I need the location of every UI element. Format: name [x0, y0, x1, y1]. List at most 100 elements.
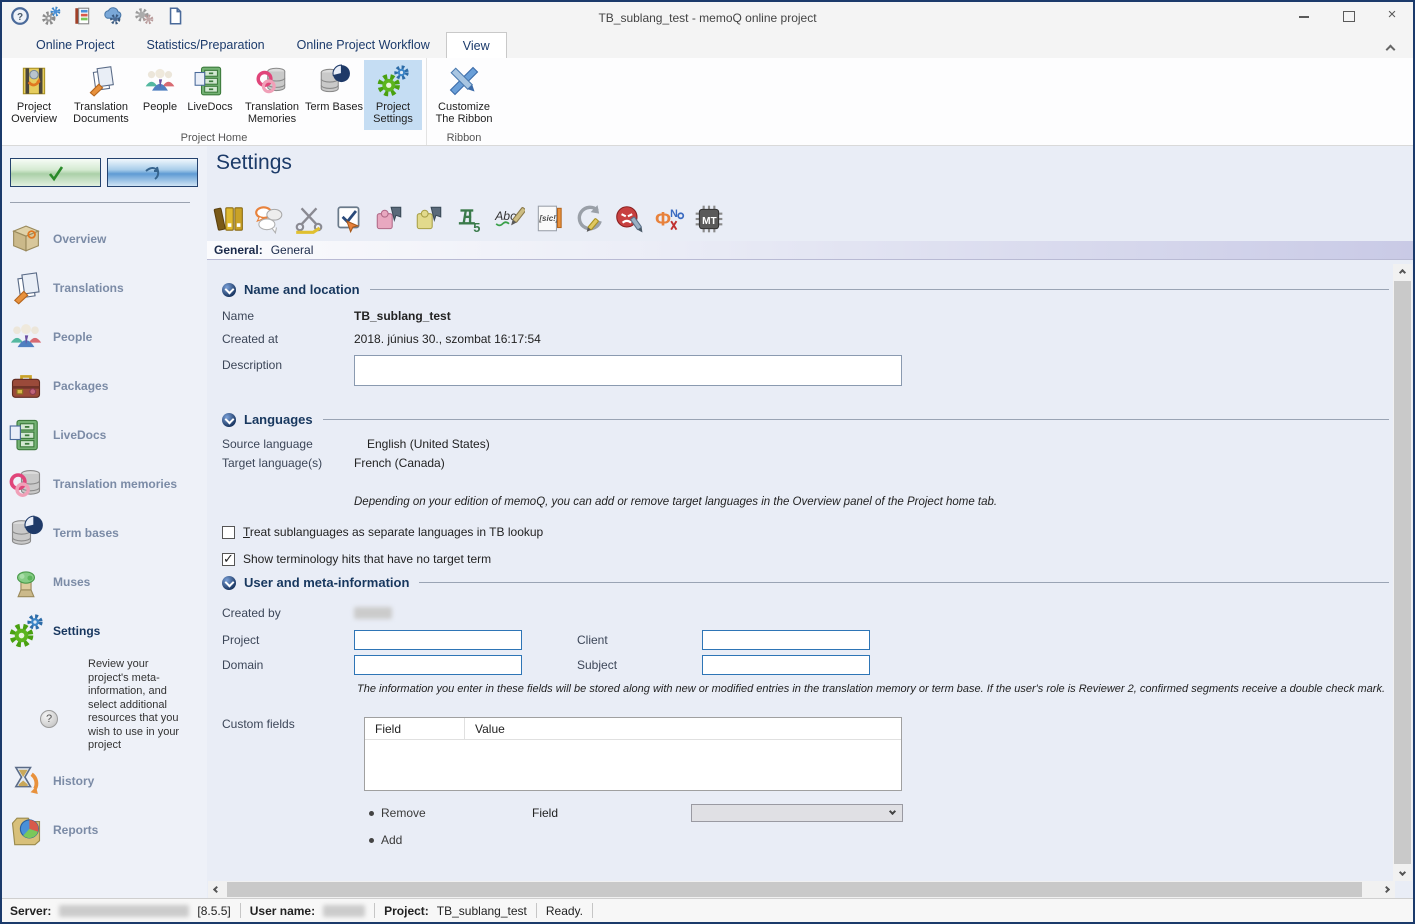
vertical-scroll-thumb[interactable] [1394, 281, 1411, 864]
scroll-down-arrow[interactable] [1393, 864, 1412, 881]
ribbon-group-label: Project Home [6, 130, 422, 147]
speech-bubbles-icon[interactable] [253, 203, 285, 235]
content-pane: Settings General: General Name and loc [207, 146, 1413, 898]
server-version: [8.5.5] [197, 904, 230, 918]
domain-input[interactable] [354, 655, 522, 675]
server-redacted-value [59, 905, 189, 917]
name-label: Name [222, 309, 354, 323]
livedocs-button[interactable]: LiveDocs [180, 60, 240, 130]
client-label: Client [577, 633, 702, 647]
sidebar-item-overview[interactable]: Overview [8, 217, 207, 261]
table-header-field: Field [365, 718, 465, 739]
tab-online-project-workflow[interactable]: Online Project Workflow [281, 32, 446, 58]
field-dropdown[interactable] [691, 804, 903, 822]
number-formats-icon[interactable] [453, 203, 485, 235]
spelling-icon[interactable] [493, 203, 525, 235]
tab-view[interactable]: View [446, 32, 507, 58]
description-input[interactable] [354, 355, 902, 386]
term-bases-button[interactable]: Term Bases [304, 60, 364, 130]
database-pie-icon [8, 515, 44, 551]
customize-ribbon-button[interactable]: Customize The Ribbon [431, 60, 497, 130]
horizontal-scrollbar[interactable] [208, 881, 1395, 898]
sidebar-item-people[interactable]: People [8, 315, 207, 359]
user-meta-note: The information you enter in these field… [357, 683, 1395, 695]
puzzle-pink-icon[interactable] [373, 203, 405, 235]
category-bar: General: General [207, 241, 1413, 260]
tab-online-project[interactable]: Online Project [20, 32, 131, 58]
people-button[interactable]: People [140, 60, 180, 130]
target-language-value: French (Canada) [354, 456, 445, 470]
machine-translation-icon[interactable] [693, 203, 725, 235]
hourglass-icon [8, 763, 44, 799]
collapse-ribbon-button[interactable] [1387, 42, 1401, 52]
scroll-left-arrow[interactable] [208, 881, 225, 898]
people-icon [143, 64, 177, 98]
maximize-button[interactable] [1341, 8, 1355, 22]
add-link[interactable]: Add [381, 833, 402, 847]
domain-label: Domain [222, 658, 354, 672]
font-substitution-icon[interactable] [653, 203, 685, 235]
translation-documents-button[interactable]: Translation Documents [62, 60, 140, 130]
horizontal-scroll-thumb[interactable] [227, 882, 1362, 897]
sidebar-item-settings[interactable]: Settings [8, 609, 207, 653]
tab-statistics-preparation[interactable]: Statistics/Preparation [131, 32, 281, 58]
server-label: Server: [10, 904, 51, 918]
project-settings-icon [376, 64, 410, 98]
close-button[interactable]: × [1385, 8, 1399, 22]
category-label: General: [214, 243, 263, 257]
status-ready: Ready. [546, 904, 583, 918]
collapse-section-icon[interactable] [222, 283, 236, 297]
documents-icon [8, 270, 44, 306]
client-input[interactable] [702, 630, 870, 650]
show-terminology-hits-checkbox[interactable]: Show terminology hits that have no targe… [222, 552, 1395, 566]
status-project-label: Project: [384, 904, 429, 918]
navigate-button[interactable] [107, 158, 198, 187]
ribbon: Project Overview Translation Documents P… [2, 58, 1413, 146]
minimize-button[interactable] [1297, 8, 1311, 22]
qa-checklist-icon[interactable] [333, 203, 365, 235]
scroll-up-arrow[interactable] [1393, 264, 1412, 281]
sidebar-item-packages[interactable]: Packages [8, 364, 207, 408]
sidebar-item-livedocs[interactable]: LiveDocs [8, 413, 207, 457]
treat-sublanguages-checkbox[interactable]: Treat sublanguages as separate languages… [222, 525, 1395, 539]
sidebar: Overview Translations People Packages Li… [2, 146, 207, 898]
revert-arrow-icon[interactable] [573, 203, 605, 235]
scroll-right-arrow[interactable] [1378, 881, 1395, 898]
vertical-scrollbar[interactable] [1393, 264, 1412, 881]
user-name-redacted-value [323, 905, 365, 917]
created-at-label: Created at [222, 332, 354, 346]
collapse-section-icon[interactable] [222, 413, 236, 427]
user-name-label: User name: [250, 904, 315, 918]
subject-input[interactable] [702, 655, 870, 675]
project-input[interactable] [354, 630, 522, 650]
source-language-value: English (United States) [367, 437, 490, 451]
confirm-button[interactable] [10, 158, 101, 187]
translation-documents-icon [84, 64, 118, 98]
project-label: Project [222, 633, 354, 647]
lqa-face-icon[interactable] [613, 203, 645, 235]
status-project-value: TB_sublang_test [437, 904, 527, 918]
project-overview-icon [17, 64, 51, 98]
check-icon [45, 162, 67, 184]
project-overview-button[interactable]: Project Overview [6, 60, 62, 130]
field-label: Field [532, 806, 691, 820]
customize-ribbon-icon [447, 64, 481, 98]
collapse-section-icon[interactable] [222, 576, 236, 590]
people-icon [8, 319, 44, 355]
sidebar-item-translations[interactable]: Translations [8, 266, 207, 310]
sidebar-item-history[interactable]: History [8, 759, 207, 803]
puzzle-yellow-icon[interactable] [413, 203, 445, 235]
sidebar-item-reports[interactable]: Reports [8, 808, 207, 852]
sidebar-item-term-bases[interactable]: Term bases [8, 511, 207, 555]
sic-document-icon[interactable] [533, 203, 565, 235]
sidebar-item-muses[interactable]: Muses [8, 560, 207, 604]
segmentation-scissors-icon[interactable] [293, 203, 325, 235]
project-settings-button[interactable]: Project Settings [364, 60, 422, 130]
translation-memories-button[interactable]: Translation Memories [240, 60, 304, 130]
status-bar: Server: [8.5.5] User name: Project: TB_s… [2, 898, 1413, 922]
table-header-value: Value [465, 718, 505, 739]
sidebar-item-translation-memories[interactable]: Translation memories [8, 462, 207, 506]
binders-icon[interactable] [213, 203, 245, 235]
custom-fields-table[interactable]: Field Value [364, 717, 902, 791]
remove-link[interactable]: Remove [381, 806, 532, 820]
